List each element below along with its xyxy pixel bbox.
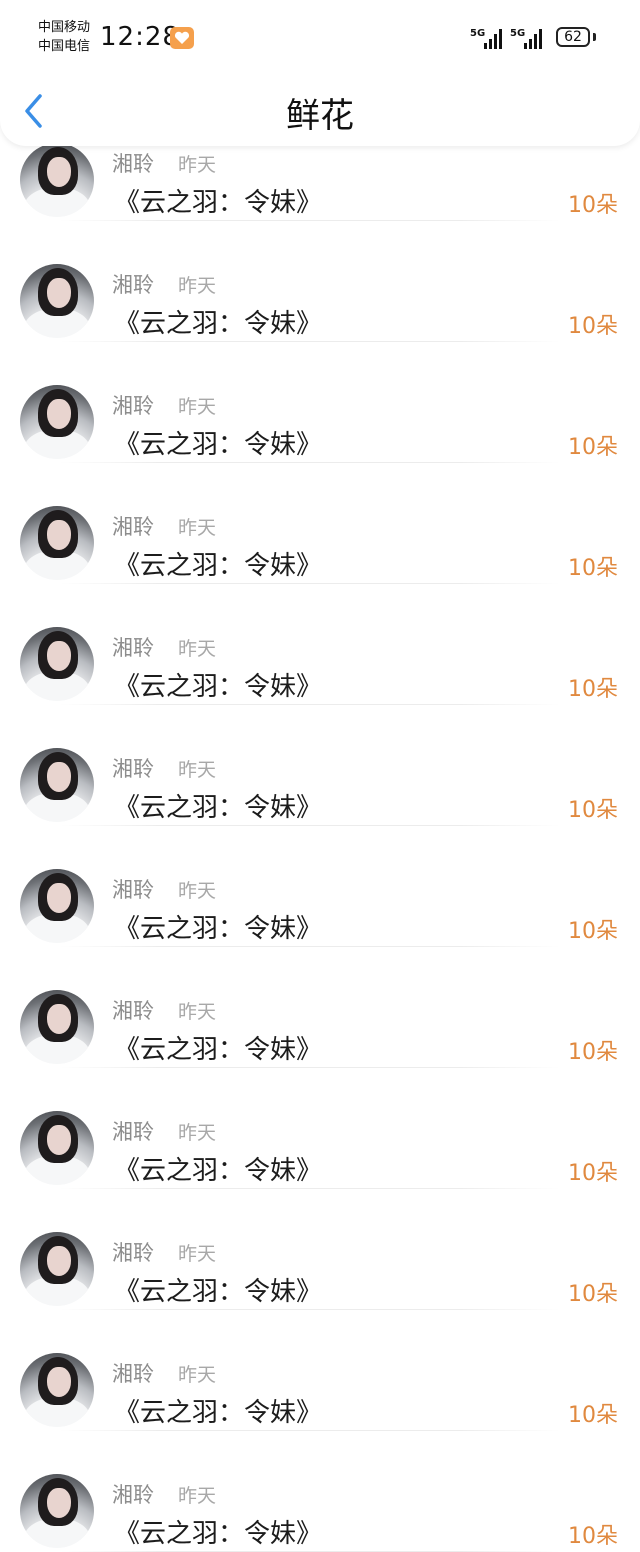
list-item[interactable]: 湘聆 昨天 《云之羽：令妹》 10朵 <box>0 947 640 1068</box>
flower-count: 10朵 <box>568 1282 618 1307</box>
work-title: 《云之羽：令妹》 <box>114 1277 323 1307</box>
list-item[interactable]: 湘聆 昨天 《云之羽：令妹》 10朵 <box>0 1189 640 1310</box>
list-item[interactable]: 湘聆 昨天 《云之羽：令妹》 10朵 <box>0 1431 640 1552</box>
work-title: 《云之羽：令妹》 <box>114 1156 323 1186</box>
flower-count: 10朵 <box>568 1403 618 1428</box>
avatar[interactable] <box>20 1474 94 1548</box>
work-title: 《云之羽：令妹》 <box>114 914 323 944</box>
gift-date: 昨天 <box>178 1364 217 1386</box>
list-item[interactable]: 湘聆 昨天 《云之羽：令妹》 10朵 <box>0 705 640 826</box>
sender-name[interactable]: 湘聆 <box>112 1479 154 1509</box>
gift-list: 湘聆 昨天 《云之羽：令妹》 10朵 湘聆 昨天 《云之羽：令妹》 10朵 湘聆… <box>0 100 640 1552</box>
gift-date: 昨天 <box>178 880 217 902</box>
carrier-labels: 中国移动 中国电信 <box>38 18 90 56</box>
avatar[interactable] <box>20 506 94 580</box>
list-item[interactable]: 湘聆 昨天 《云之羽：令妹》 10朵 <box>0 826 640 947</box>
flower-count: 10朵 <box>568 798 618 823</box>
flower-count: 10朵 <box>568 314 618 339</box>
flower-count: 10朵 <box>568 677 618 702</box>
work-title: 《云之羽：令妹》 <box>114 188 323 218</box>
carrier-2: 中国电信 <box>38 39 91 54</box>
gift-date: 昨天 <box>178 396 217 418</box>
work-title: 《云之羽：令妹》 <box>114 672 323 702</box>
avatar[interactable] <box>20 1353 94 1427</box>
sender-name[interactable]: 湘聆 <box>112 874 154 904</box>
avatar[interactable] <box>20 869 94 943</box>
list-item[interactable]: 湘聆 昨天 《云之羽：令妹》 10朵 <box>0 584 640 705</box>
list-item[interactable]: 湘聆 昨天 《云之羽：令妹》 10朵 <box>0 221 640 342</box>
carrier-1: 中国移动 <box>38 20 91 35</box>
sender-name[interactable]: 湘聆 <box>112 390 154 420</box>
work-title: 《云之羽：令妹》 <box>114 1398 323 1428</box>
gift-date: 昨天 <box>178 517 217 539</box>
flower-count: 10朵 <box>568 193 618 218</box>
work-title: 《云之羽：令妹》 <box>114 1035 323 1065</box>
work-title: 《云之羽：令妹》 <box>114 793 323 823</box>
list-item[interactable]: 湘聆 昨天 《云之羽：令妹》 10朵 <box>0 342 640 463</box>
battery-tip <box>593 33 596 41</box>
avatar[interactable] <box>20 143 94 217</box>
flower-count: 10朵 <box>568 435 618 460</box>
work-title: 《云之羽：令妹》 <box>114 430 323 460</box>
avatar[interactable] <box>20 264 94 338</box>
gift-date: 昨天 <box>178 759 217 781</box>
work-title: 《云之羽：令妹》 <box>114 551 323 581</box>
work-title: 《云之羽：令妹》 <box>114 1519 323 1549</box>
gift-date: 昨天 <box>178 275 217 297</box>
gift-date: 昨天 <box>178 1001 217 1023</box>
avatar[interactable] <box>20 385 94 459</box>
sender-name[interactable]: 湘聆 <box>112 148 154 178</box>
gift-date: 昨天 <box>178 1485 217 1507</box>
gift-date: 昨天 <box>178 1122 217 1144</box>
work-title: 《云之羽：令妹》 <box>114 309 323 339</box>
avatar[interactable] <box>20 748 94 822</box>
clock: 12:28 <box>100 22 180 52</box>
gift-date: 昨天 <box>178 1243 217 1265</box>
avatar[interactable] <box>20 1232 94 1306</box>
avatar[interactable] <box>20 990 94 1064</box>
flower-count: 10朵 <box>568 1040 618 1065</box>
flower-count: 10朵 <box>568 1161 618 1186</box>
avatar[interactable] <box>20 1111 94 1185</box>
sender-name[interactable]: 湘聆 <box>112 1358 154 1388</box>
battery-icon: 62 <box>556 27 590 47</box>
top-app-bar: 中国移动 中国电信 12:28 5G 5G 62 鲜花 <box>0 0 640 146</box>
sender-name[interactable]: 湘聆 <box>112 511 154 541</box>
list-item[interactable]: 湘聆 昨天 《云之羽：令妹》 10朵 <box>0 1310 640 1431</box>
sender-name[interactable]: 湘聆 <box>112 995 154 1025</box>
sender-name[interactable]: 湘聆 <box>112 753 154 783</box>
flower-count: 10朵 <box>568 556 618 581</box>
avatar[interactable] <box>20 627 94 701</box>
sender-name[interactable]: 湘聆 <box>112 632 154 662</box>
flower-count: 10朵 <box>568 919 618 944</box>
heart-icon <box>170 27 194 49</box>
sender-name[interactable]: 湘聆 <box>112 1116 154 1146</box>
list-item[interactable]: 湘聆 昨天 《云之羽：令妹》 10朵 <box>0 463 640 584</box>
sender-name[interactable]: 湘聆 <box>112 1237 154 1267</box>
list-item[interactable]: 湘聆 昨天 《云之羽：令妹》 10朵 <box>0 1068 640 1189</box>
status-bar: 中国移动 中国电信 12:28 5G 5G 62 <box>0 0 640 70</box>
flower-count: 10朵 <box>568 1524 618 1549</box>
gift-date: 昨天 <box>178 154 217 176</box>
gift-date: 昨天 <box>178 638 217 660</box>
sender-name[interactable]: 湘聆 <box>112 269 154 299</box>
page-title: 鲜花 <box>286 96 354 136</box>
